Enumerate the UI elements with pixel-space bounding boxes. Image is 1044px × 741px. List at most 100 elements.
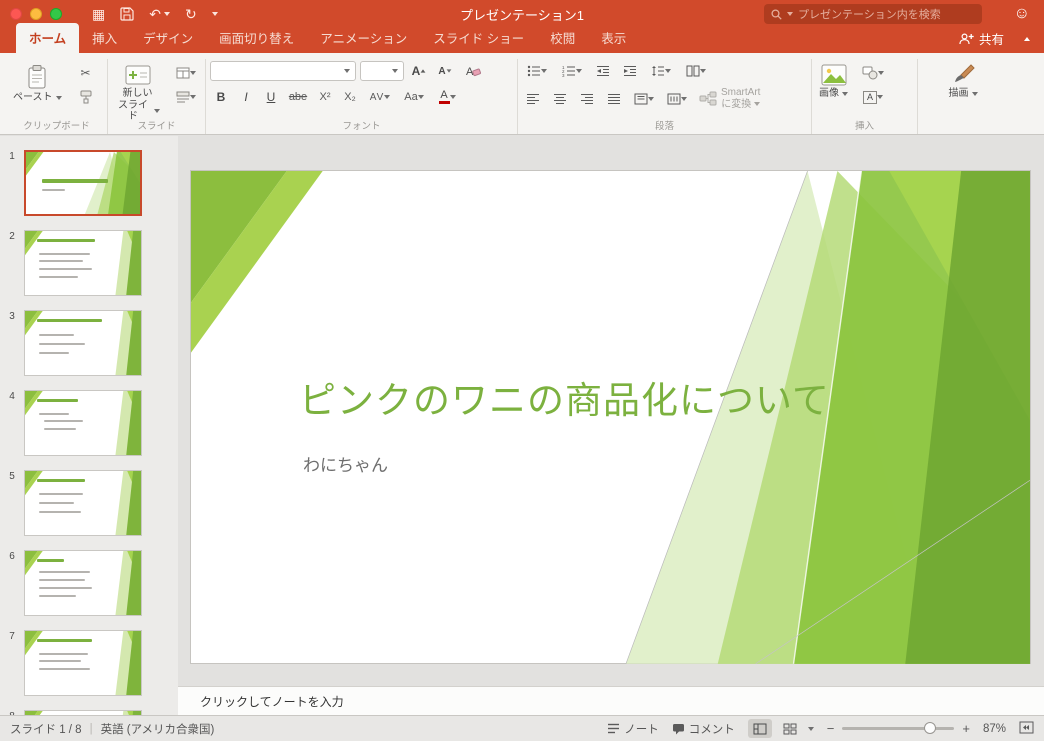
columns-button[interactable] <box>681 61 711 81</box>
tab-insert[interactable]: 挿入 <box>79 23 130 53</box>
search-input[interactable]: プレゼンテーション内を検索 <box>764 4 982 24</box>
zoom-out-button[interactable]: − <box>827 721 835 736</box>
justify-button[interactable] <box>603 89 625 109</box>
slide-thumbnail[interactable] <box>24 310 142 376</box>
tab-slideshow[interactable]: スライド ショー <box>420 23 537 53</box>
thumbnail-item-6: 6 <box>0 550 178 616</box>
section-button[interactable] <box>171 87 201 107</box>
thumbnail-item-4: 4 <box>0 390 178 456</box>
slide-canvas[interactable]: ピンクのワニの商品化について わにちゃん <box>190 170 1031 664</box>
italic-button[interactable]: I <box>235 87 257 107</box>
normal-view-button[interactable] <box>748 719 772 738</box>
indent-icon <box>623 65 637 77</box>
redo-icon[interactable]: ↻ <box>185 7 197 21</box>
align-right-button[interactable] <box>576 89 598 109</box>
zoom-in-button[interactable]: + <box>962 721 970 736</box>
tab-animations[interactable]: アニメーション <box>307 23 420 53</box>
align-text-vertical-button[interactable] <box>630 89 658 109</box>
subscript-button[interactable]: X₂ <box>339 87 361 107</box>
fit-slide-to-window-button[interactable] <box>1019 721 1034 737</box>
minimize-window-button[interactable] <box>30 8 42 20</box>
slide-number: 6 <box>0 550 24 562</box>
thumbnail-text-line <box>44 428 76 430</box>
font-color-button[interactable]: A <box>432 87 462 107</box>
align-center-button[interactable] <box>549 89 571 109</box>
increase-indent-button[interactable] <box>619 61 641 81</box>
insert-picture-button[interactable]: 画像 <box>816 61 851 103</box>
thumbnail-title-line <box>37 319 102 322</box>
strikethrough-button[interactable]: abe <box>285 87 311 107</box>
increase-font-size-button[interactable]: A <box>408 61 430 81</box>
slide-layout-button[interactable] <box>171 63 201 83</box>
feedback-smiley-icon[interactable]: ☺ <box>1014 5 1030 23</box>
collapse-ribbon-button[interactable] <box>1024 28 1030 46</box>
zoom-slider[interactable] <box>842 727 954 730</box>
close-window-button[interactable] <box>10 8 22 20</box>
decrease-font-size-button[interactable]: A <box>434 61 456 81</box>
change-case-button[interactable]: Aa <box>399 87 429 107</box>
save-icon[interactable] <box>120 7 134 21</box>
dropdown-caret-icon <box>576 69 582 73</box>
insert-textbox-button[interactable]: A <box>857 87 889 107</box>
notes-pane[interactable]: クリックしてノートを入力 <box>178 686 1044 715</box>
insert-shape-button[interactable] <box>857 63 889 83</box>
picture-label: 画像 <box>819 88 839 100</box>
normal-view-icon <box>753 723 767 735</box>
tab-design[interactable]: デザイン <box>130 23 206 53</box>
bullets-button[interactable] <box>522 61 552 81</box>
slide-subtitle-textbox[interactable]: わにちゃん <box>303 451 388 476</box>
view-menu-caret-icon[interactable] <box>808 727 814 731</box>
language-indicator[interactable]: 英語 (アメリカ合衆国) <box>101 721 215 737</box>
format-painter-button[interactable] <box>75 87 97 107</box>
align-left-button[interactable] <box>522 89 544 109</box>
tab-review[interactable]: 校閲 <box>537 23 588 53</box>
font-size-select[interactable] <box>360 61 404 81</box>
font-name-select[interactable] <box>210 61 356 81</box>
zoom-slider-knob[interactable] <box>924 722 936 734</box>
draw-button[interactable]: 描画 <box>922 61 1004 103</box>
numbering-button[interactable]: 123 <box>557 61 587 81</box>
slide-thumbnail[interactable] <box>24 630 142 696</box>
dropdown-caret-icon <box>648 97 654 101</box>
clear-formatting-button[interactable]: A <box>460 61 486 81</box>
underline-button[interactable]: U <box>260 87 282 107</box>
slide-thumbnail[interactable] <box>24 150 142 216</box>
cut-button[interactable]: ✂ <box>75 63 97 83</box>
decrease-indent-button[interactable] <box>592 61 614 81</box>
slide-thumbnail[interactable] <box>24 470 142 536</box>
thumbnail-text-line <box>39 268 92 270</box>
slide-sorter-view-button[interactable] <box>778 719 802 738</box>
notes-toggle-button[interactable]: ノート <box>607 721 659 737</box>
tab-transitions[interactable]: 画面切り替え <box>206 23 307 53</box>
group-clipboard: ペースト ✂ クリップボード <box>6 59 108 134</box>
smartart-label-line1: SmartArt <box>721 87 760 99</box>
convert-to-smartart-button[interactable]: SmartArt に変換 <box>696 87 763 110</box>
character-spacing-button[interactable]: AV <box>364 87 396 107</box>
dropdown-caret-icon <box>418 95 424 99</box>
line-spacing-button[interactable] <box>646 61 676 81</box>
tab-view[interactable]: 表示 <box>588 23 639 53</box>
slide-editor-area[interactable]: ピンクのワニの商品化について わにちゃん クリックしてノートを入力 <box>178 136 1044 715</box>
tab-home[interactable]: ホーム <box>16 23 79 53</box>
bold-button[interactable]: B <box>210 87 232 107</box>
new-slide-button[interactable]: 新しい スライド <box>112 61 163 126</box>
panes-icon[interactable]: ▦ <box>92 7 105 21</box>
bulleted-list-icon <box>527 65 541 77</box>
comments-toggle-button[interactable]: コメント <box>672 721 735 737</box>
paste-button[interactable]: ペースト <box>10 61 65 107</box>
undo-icon[interactable]: ↶ <box>149 7 170 21</box>
paste-label: ペースト <box>13 92 53 104</box>
comments-toggle-label: コメント <box>689 721 735 737</box>
group-paragraph: 123 <box>518 59 812 134</box>
slide-thumbnail[interactable] <box>24 230 142 296</box>
share-button[interactable]: 共有 <box>959 29 1004 48</box>
superscript-button[interactable]: X² <box>314 87 336 107</box>
text-direction-button[interactable] <box>663 89 691 109</box>
slide-thumbnail[interactable] <box>24 550 142 616</box>
slide-thumbnail[interactable] <box>24 390 142 456</box>
dropdown-caret-icon <box>877 95 883 99</box>
slide-title-textbox[interactable]: ピンクのワニの商品化について <box>299 379 919 423</box>
outdent-icon <box>596 65 610 77</box>
quick-access-caret-icon[interactable] <box>212 12 218 16</box>
zoom-window-button[interactable] <box>50 8 62 20</box>
